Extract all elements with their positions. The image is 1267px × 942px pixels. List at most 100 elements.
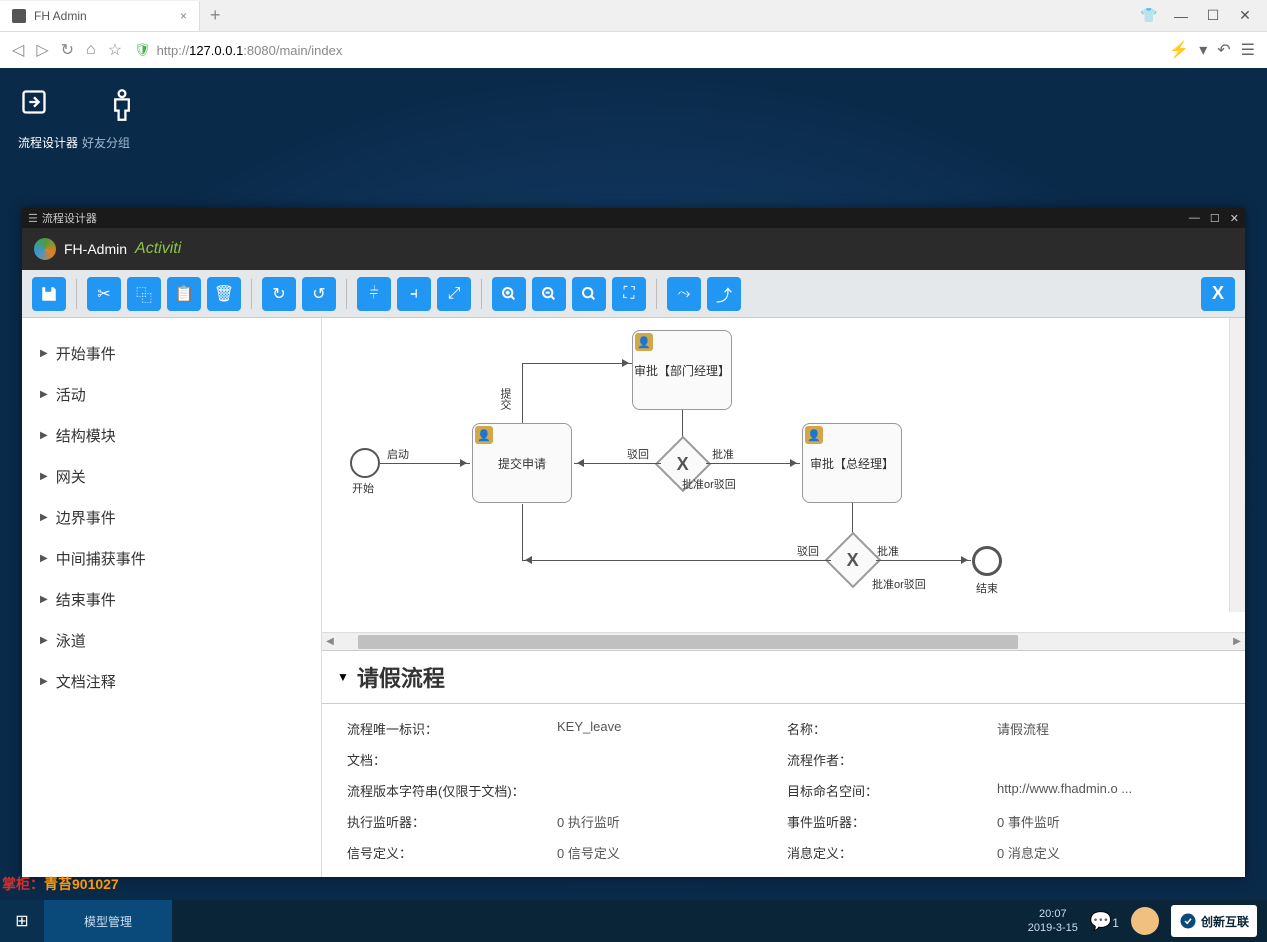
palette-boundary-events[interactable]: ▶边界事件 [40,497,303,538]
paste-button[interactable]: 📋 [167,277,201,311]
prop-event-label: 事件监听器： [787,812,997,831]
taskbar-item-model-mgmt[interactable]: 模型管理 [44,900,172,942]
edge-reject-1-label: 驳回 [627,446,649,462]
edge-segment [522,363,523,423]
browser-chrome: FH Admin × + 👕 — ☐ ✕ ◁ ▷ ↻ ⌂ ☆ 🛡 http://… [0,0,1267,68]
nav-favorite-button[interactable]: ☆ [108,40,122,60]
connector-1-button[interactable]: ⤳ [667,277,701,311]
size-button[interactable]: ⤢ [437,277,471,311]
palette-end-events[interactable]: ▶结束事件 [40,579,303,620]
inner-minimize-button[interactable]: — [1189,212,1200,225]
palette-start-events[interactable]: ▶开始事件 [40,333,303,374]
diagram-canvas[interactable]: 开始 启动 👤 提交申请 提交 👤 审批 [322,318,1245,632]
nav-home-button[interactable]: ⌂ [86,41,96,59]
palette-gateways[interactable]: ▶网关 [40,456,303,497]
edge-reject-1[interactable] [574,463,661,464]
chevron-right-icon: ▶ [40,676,48,687]
inner-hamburger-icon[interactable]: ☰ [28,212,38,225]
avatar[interactable] [1131,907,1159,935]
prop-sig-value[interactable]: 0 信号定义 [557,843,787,862]
browser-tab[interactable]: FH Admin × [0,1,200,31]
brand-text: FH-Admin [64,241,127,257]
url-input[interactable]: 🛡 http://127.0.0.1:8080/main/index [134,42,1157,58]
prop-msg-label: 消息定义： [787,843,997,862]
inner-close-button[interactable]: ✕ [1230,212,1239,225]
edge-approve-1[interactable] [706,463,800,464]
start-button[interactable]: ⊞ [0,900,44,942]
properties-header[interactable]: ▼ 请假流程 [322,650,1245,704]
prop-ver-value[interactable] [557,781,787,800]
brand-logo-icon [34,238,56,260]
window-maximize-button[interactable]: ☐ [1203,6,1223,26]
nav-refresh-button[interactable]: ↻ [61,40,74,60]
align-button[interactable]: ⫩ [357,277,391,311]
taskbar: ⊞ 模型管理 20:07 2019-3-15 💬1 创新互联 [0,900,1267,942]
edge-submit[interactable] [522,363,632,364]
nav-forward-button[interactable]: ▷ [36,40,48,60]
bpmn-start-event[interactable] [350,448,380,478]
prop-exec-value[interactable]: 0 执行监听 [557,812,787,831]
distribute-button[interactable]: ⫞ [397,277,431,311]
save-button[interactable] [32,277,66,311]
tab-close-icon[interactable]: × [180,9,187,23]
task-general-manager[interactable]: 👤 审批【总经理】 [802,423,902,503]
app-tab-designer[interactable]: 流程设计器 [18,134,78,151]
zoom-reset-button[interactable] [572,277,606,311]
taskbar-clock[interactable]: 20:07 2019-3-15 [1028,907,1078,936]
add-tab-button[interactable]: + [200,5,231,26]
edge-submit-label: 提交 [497,388,513,410]
company-logo[interactable]: 创新互联 [1171,905,1257,937]
zoom-in-button[interactable] [492,277,526,311]
edge-launch[interactable] [380,463,470,464]
bpmn-end-event[interactable] [972,546,1002,576]
palette-intermediate-catch[interactable]: ▶中间捕获事件 [40,538,303,579]
edge-approve-2[interactable] [876,560,971,561]
palette-swimlanes[interactable]: ▶泳道 [40,620,303,661]
palette-structural[interactable]: ▶结构模块 [40,415,303,456]
copy-button[interactable]: ⿻ [127,277,161,311]
vertical-scrollbar[interactable] [1229,318,1245,612]
prop-key-value[interactable]: KEY_leave [557,719,787,738]
flash-icon[interactable]: ⚡ [1169,40,1189,60]
shirt-icon[interactable]: 👕 [1139,6,1159,26]
redo-button[interactable]: ↻ [262,277,296,311]
window-minimize-button[interactable]: — [1171,6,1191,26]
prop-doc-value[interactable] [557,750,787,769]
close-x-button[interactable]: X [1201,277,1235,311]
tab-title: FH Admin [34,9,87,23]
menu-icon[interactable]: ☰ [1241,40,1255,60]
task-submit[interactable]: 👤 提交申请 [472,423,572,503]
prop-event-value[interactable]: 0 事件监听 [997,812,1220,831]
nav-back-button[interactable]: ◁ [12,40,24,60]
edit-icon[interactable] [20,88,48,122]
zoom-out-button[interactable] [532,277,566,311]
cut-button[interactable]: ✂ [87,277,121,311]
window-close-button[interactable]: ✕ [1235,6,1255,26]
prop-name-label: 名称： [787,719,997,738]
palette-activities[interactable]: ▶活动 [40,374,303,415]
scroll-right-icon[interactable]: ▶ [1229,636,1245,647]
task-dept-manager[interactable]: 👤 审批【部门经理】 [632,330,732,410]
zoom-fit-button[interactable]: ⛶ [612,277,646,311]
address-bar: ◁ ▷ ↻ ⌂ ☆ 🛡 http://127.0.0.1:8080/main/i… [0,32,1267,68]
prop-name-value[interactable]: 请假流程 [997,719,1220,738]
dropdown-icon[interactable]: ▾ [1199,40,1207,60]
inner-maximize-button[interactable]: ☐ [1210,212,1220,225]
horizontal-scrollbar[interactable]: ◀ ▶ [322,632,1245,650]
delete-button[interactable]: 🗑 [207,277,241,311]
app-tab-friends[interactable]: 好友分组 [82,134,130,151]
person-icon[interactable] [108,88,136,122]
scroll-left-icon[interactable]: ◀ [322,636,338,647]
chat-icon[interactable]: 💬1 [1090,911,1119,932]
edge-reject-2[interactable] [522,560,831,561]
scroll-thumb[interactable] [358,635,1018,649]
prop-author-value[interactable] [997,750,1220,769]
connector-2-button[interactable]: ⤴ [707,277,741,311]
security-shield-icon: 🛡 [134,42,151,58]
prop-msg-value[interactable]: 0 消息定义 [997,843,1220,862]
inner-titlebar: ☰ 流程设计器 — ☐ ✕ [22,208,1245,228]
palette-annotations[interactable]: ▶文档注释 [40,661,303,702]
undo-button[interactable]: ↺ [302,277,336,311]
prop-ns-value[interactable]: http://www.fhadmin.o ... [997,781,1220,800]
undo-icon[interactable]: ↶ [1217,40,1230,60]
